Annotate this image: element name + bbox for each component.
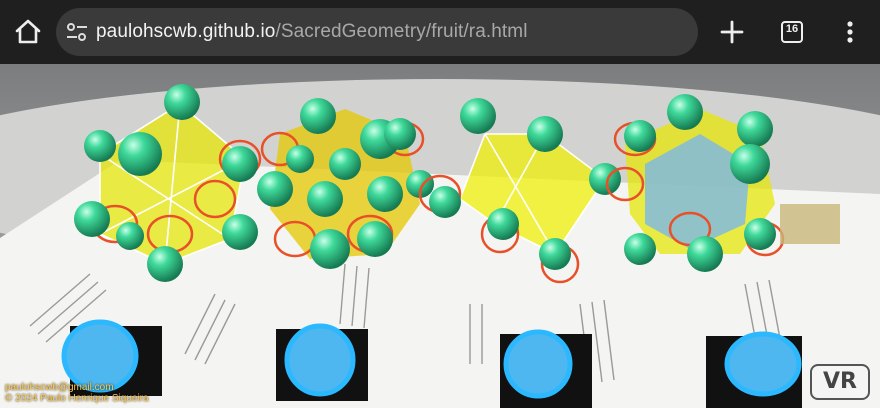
home-button[interactable] [8,12,48,52]
printed-thumbnail [780,204,840,244]
credit-text: paulohscwb@gmail.com © 2024 Paulo Henriq… [5,382,149,404]
credit-copyright: © 2024 Paulo Henrique Siqueira [5,393,149,404]
site-settings-icon[interactable] [66,22,88,42]
plus-icon [720,20,744,44]
browser-toolbar: paulohscwb.github.io/SacredGeometry/frui… [0,0,880,64]
url-host: paulohscwb.github.io [96,21,276,42]
url-path: /SacredGeometry/fruit/ra.html [275,21,528,42]
address-bar[interactable]: paulohscwb.github.io/SacredGeometry/frui… [56,8,698,56]
camera-view [0,64,880,408]
new-tab-button[interactable] [716,16,748,48]
tab-count: 16 [785,23,799,35]
more-vert-icon [847,21,853,43]
credit-email: paulohscwb@gmail.com [5,382,114,393]
url-text: paulohscwb.github.io/SacredGeometry/frui… [96,21,528,43]
home-icon [15,19,41,44]
ar-scene[interactable]: paulohscwb@gmail.com © 2024 Paulo Henriq… [0,64,880,408]
tab-switcher-button[interactable]: 16 [776,16,808,48]
menu-button[interactable] [834,16,866,48]
vr-button[interactable]: VR [810,364,870,400]
